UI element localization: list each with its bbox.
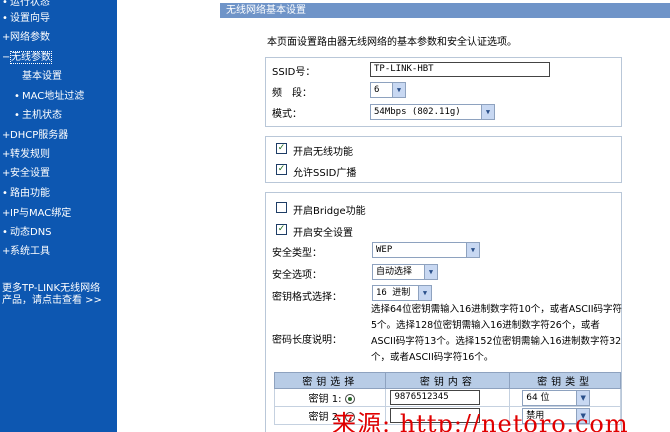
security-option-value: 自动选择 [376,267,413,277]
more-products-line2: 产品，请点击查看 >> [2,295,102,306]
allow-ssid-broadcast-checkbox[interactable]: ✓ [276,164,287,175]
key-1-type-value: 64 位 [526,392,550,403]
chevron-down-icon: ▼ [392,83,405,97]
expand-icon: + [2,168,11,179]
key-1-input[interactable]: 9876512345 [390,390,481,405]
mode-value: 54Mbps (802.11g) [374,107,461,117]
bullet-icon: • [2,188,8,199]
sidebar-item-security[interactable]: +安全设置 [2,168,50,180]
sidebar-item-mac-filter[interactable]: • MAC地址过滤 [14,91,84,103]
column-header: 密钥选择 [273,372,387,389]
main-content: 无线网络基本设置 本页面设置路由器无线网络的基本参数和安全认证选项。 SSID号… [220,0,670,432]
sidebar-item-label: 设置向导 [10,13,50,24]
security-type-label: 安全类型： [272,248,322,259]
chevron-down-icon: ▼ [481,105,494,119]
chevron-down-icon: ▼ [418,286,431,300]
sidebar-item-label: 主机状态 [22,110,62,121]
sidebar-item-ddns[interactable]: • 动态DNS [2,227,52,239]
sidebar-item-label: IP与MAC绑定 [10,208,72,219]
sidebar-item-label: 基本设置 [22,71,62,82]
mode-label: 模式： [272,109,302,120]
chevron-down-icon: ▼ [424,265,437,279]
watermark: 来源: http://netoro.com [332,410,629,432]
sidebar-item-system-tools[interactable]: +系统工具 [2,246,50,258]
key-1-radio[interactable] [345,394,356,404]
security-option-label: 安全选项： [272,270,322,281]
sidebar-item-label: 系统工具 [10,246,50,257]
sidebar-item-ip-mac-binding[interactable]: +IP与MAC绑定 [2,208,71,220]
sidebar-item-basic-settings[interactable]: 基本设置 [14,71,62,83]
sidebar-item-label: 安全设置 [10,168,50,179]
key-format-select[interactable]: 16 进制 ▼ [372,285,432,301]
sidebar-item-forwarding[interactable]: +转发规则 [2,149,50,161]
wireless-toggle-panel: ✓ 开启无线功能 ✓ 允许SSID广播 [265,136,622,183]
key-length-note: 选择64位密钥需输入16进制数字符10个，或者ASCII码字符5个。选择128位… [371,304,623,363]
sidebar-item-host-status[interactable]: • 主机状态 [14,110,62,122]
security-option-select[interactable]: 自动选择 ▼ [372,264,438,280]
security-type-select[interactable]: WEP ▼ [372,242,480,258]
table-header-row: 密钥选择 密钥内容 密钥类型 [273,372,621,389]
ssid-input[interactable]: TP-LINK-HBT [370,62,550,77]
bullet-icon: • [14,91,20,102]
expand-icon: + [2,130,11,141]
key-format-value: 16 进制 [376,288,411,298]
more-products-line1: 更多TP-LINK无线网络 [2,283,101,294]
sidebar-item-dhcp[interactable]: +DHCP服务器 [2,130,68,142]
chevron-down-icon: ▼ [466,243,479,257]
key-format-label: 密钥格式选择： [272,292,342,303]
sidebar-item-routing[interactable]: • 路由功能 [2,188,50,200]
collapse-icon: − [2,52,11,63]
sidebar-item-label: 网络参数 [10,32,50,43]
more-products-link[interactable]: 更多TP-LINK无线网络 产品，请点击查看 >> [2,283,102,307]
mode-select[interactable]: 54Mbps (802.11g) ▼ [370,104,495,120]
basic-params-panel: SSID号： TP-LINK-HBT 频 段： 6 ▼ 模式： 54Mbps (8… [265,57,622,127]
expand-icon: + [2,32,11,43]
bullet-icon: • [2,0,8,8]
sidebar-item-label: 转发规则 [10,149,50,160]
enable-bridge-checkbox[interactable] [276,202,287,213]
page-title: 无线网络基本设置 [220,3,670,18]
enable-bridge-label: 开启Bridge功能 [293,206,366,217]
expand-icon: + [2,246,11,257]
enable-security-label: 开启安全设置 [293,228,353,239]
ssid-label: SSID号： [272,67,316,78]
sidebar-item-wizard[interactable]: • 设置向导 [2,13,50,25]
bullet-icon: • [14,110,20,121]
column-header: 密钥内容 [385,372,511,389]
bullet-icon: • [2,13,8,24]
bullet-icon: • [2,227,8,238]
sidebar-item-label: 无线参数 [10,51,52,64]
sidebar: • 运行状态 • 设置向导 +网络参数 −无线参数 基本设置 • MAC地址过滤 • 主… [0,0,117,432]
sidebar-item-label: 动态DNS [10,227,52,238]
sidebar-item-network[interactable]: +网络参数 [2,32,50,44]
sidebar-item-status[interactable]: • 运行状态 [2,0,50,9]
enable-wireless-checkbox[interactable]: ✓ [276,143,287,154]
channel-select[interactable]: 6 ▼ [370,82,406,98]
sidebar-item-label: 路由功能 [10,188,50,199]
chevron-down-icon: ▼ [576,390,590,405]
allow-ssid-broadcast-label: 允许SSID广播 [293,168,357,179]
sidebar-item-label: 运行状态 [10,0,50,8]
key-length-label: 密码长度说明： [272,335,342,346]
channel-value: 6 [374,85,380,95]
expand-icon: + [2,149,11,160]
channel-label: 频 段： [272,88,312,99]
sidebar-item-label: MAC地址过滤 [22,91,85,102]
sidebar-item-label: DHCP服务器 [10,130,69,141]
column-header: 密钥类型 [509,372,621,389]
expand-icon: + [2,208,11,219]
enable-security-checkbox[interactable]: ✓ [276,224,287,235]
page-description: 本页面设置路由器无线网络的基本参数和安全认证选项。 [267,37,517,48]
security-type-value: WEP [376,245,393,255]
enable-wireless-label: 开启无线功能 [293,147,353,158]
sidebar-item-wireless[interactable]: −无线参数 [2,51,52,64]
